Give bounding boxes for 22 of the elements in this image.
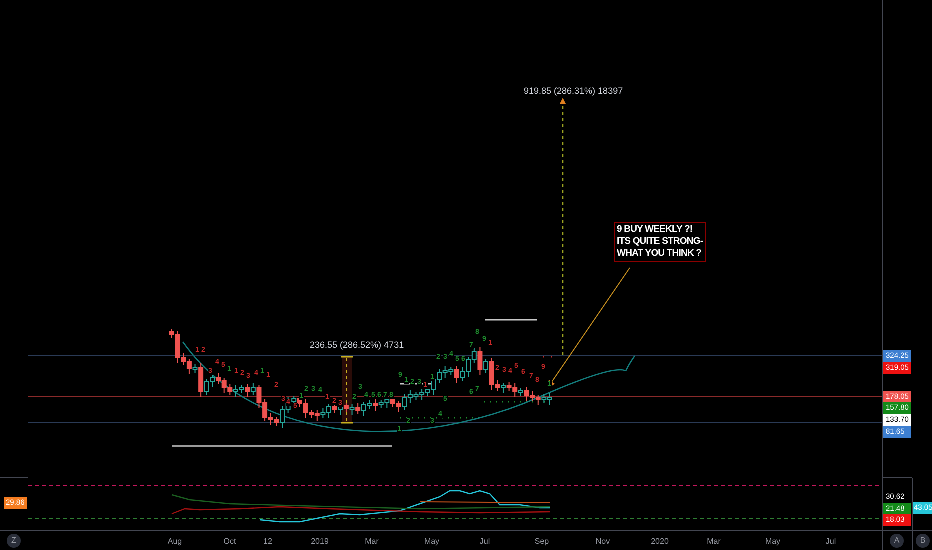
time-label: Oct	[224, 537, 236, 546]
dotted-line	[484, 401, 546, 403]
time-label: Mar	[707, 537, 721, 546]
time-label: Sep	[534, 537, 550, 546]
dotted-line	[543, 356, 553, 358]
measure-label: 919.85 (286.31%) 18397	[524, 87, 624, 96]
time-label: Jul	[480, 537, 490, 546]
annotation-note: 9 BUY WEEKLY ?! ITS QUITE STRONG- WHAT YOU THINK ?	[614, 222, 706, 262]
time-label: May	[765, 537, 781, 546]
resistance-line	[485, 319, 537, 321]
time-label: 12	[264, 537, 272, 546]
scale-button[interactable]: A	[890, 534, 904, 548]
time-label: Nov	[596, 537, 610, 546]
scale-button[interactable]: Z	[7, 534, 21, 548]
time-label: Mar	[365, 537, 379, 546]
time-label: May	[424, 537, 440, 546]
scale-button[interactable]: B	[916, 534, 930, 548]
time-label: 2019	[311, 537, 329, 546]
time-label: Aug	[168, 537, 182, 546]
time-label: Jul	[826, 537, 836, 546]
measure-label: 236.55 (286.52%) 4731	[310, 341, 404, 350]
time-label: 2020	[651, 537, 669, 546]
